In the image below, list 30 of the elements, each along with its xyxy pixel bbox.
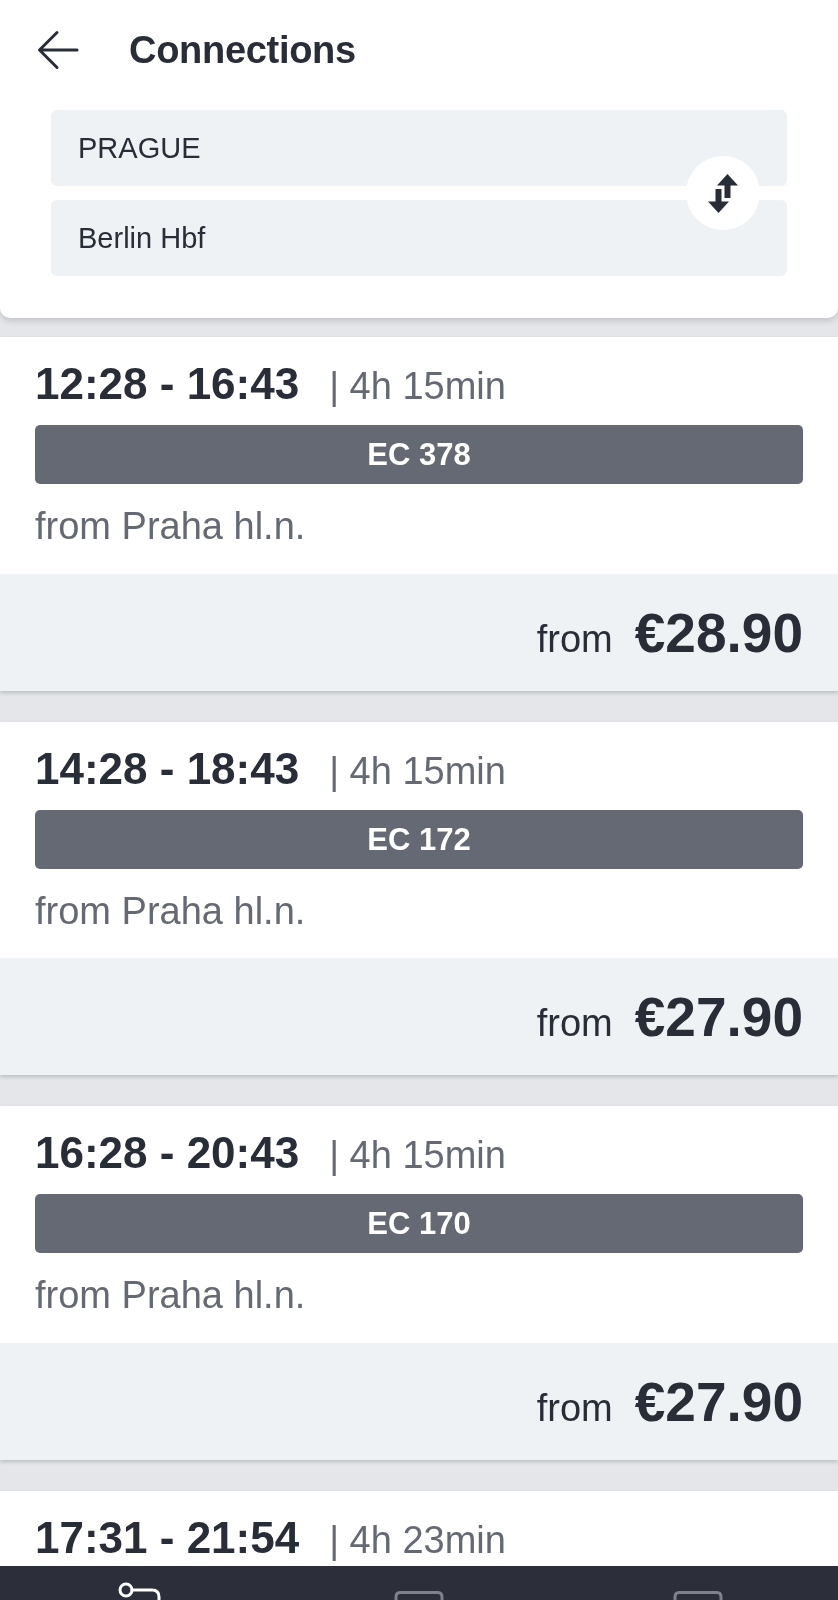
- departure-arrival-times: 14:28 - 18:43: [35, 746, 300, 791]
- connection-card[interactable]: 17:31 - 21:54 | 4h 23min: [0, 1490, 838, 1566]
- origin-station-field[interactable]: PRAGUE: [51, 110, 787, 186]
- screen-title: Connections: [129, 31, 356, 69]
- trip-duration: | 4h 15min: [329, 367, 506, 405]
- departure-station-text: from Praha hl.n.: [35, 504, 307, 549]
- trip-duration: | 4h 15min: [329, 751, 506, 790]
- departure-station-text: from Praha hl.n.: [35, 1273, 307, 1319]
- train-number-bar: EC 172: [35, 809, 803, 869]
- back-arrow-icon[interactable]: [37, 29, 79, 71]
- trip-duration: | 4h 15min: [329, 1136, 506, 1175]
- price-prefix: from: [536, 1004, 613, 1043]
- departure-station-text: from Praha hl.n.: [35, 888, 307, 934]
- departure-arrival-times: 17:31 - 21:54: [35, 1515, 300, 1560]
- price-amount: €27.90: [634, 990, 803, 1046]
- price-prefix: from: [536, 1388, 613, 1427]
- trip-duration: | 4h 23min: [329, 1520, 506, 1559]
- train-number-bar: EC 378: [35, 425, 803, 484]
- price-prefix: from: [536, 619, 613, 658]
- price-amount: €28.90: [634, 605, 803, 661]
- connection-card[interactable]: 16:28 - 20:43 | 4h 15min EC 170 from Praha hl.n. from €27.90: [0, 1106, 838, 1460]
- swap-arrows-icon: [708, 173, 738, 213]
- route-icon[interactable]: [117, 1581, 162, 1600]
- train-number-bar: EC 170: [35, 1194, 803, 1254]
- connection-card[interactable]: 14:28 - 18:43 | 4h 15min EC 172 from Praha hl.n. from €27.90: [0, 721, 838, 1076]
- connection-card[interactable]: 12:28 - 16:43 | 4h 15min EC 378 from Praha hl.n. from €28.90: [0, 337, 838, 691]
- departure-arrival-times: 12:28 - 16:43: [35, 362, 300, 406]
- price-amount: €27.90: [634, 1374, 803, 1430]
- departure-arrival-times: 16:28 - 20:43: [35, 1131, 300, 1176]
- destination-station-field[interactable]: Berlin Hbf: [51, 200, 787, 276]
